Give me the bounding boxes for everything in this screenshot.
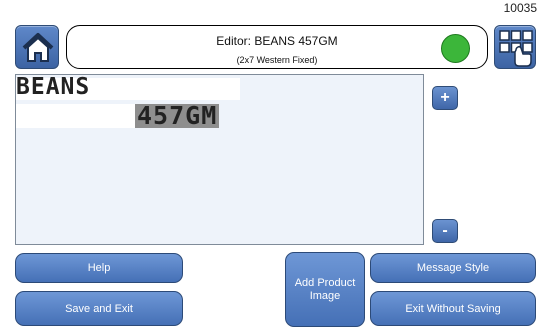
editor-header: Editor: BEANS 457GM (2x7 Western Fixed)	[66, 25, 488, 69]
message-line-1-text: BEANS	[16, 74, 91, 100]
printer-id: 10035	[503, 1, 537, 15]
message-style-button[interactable]: Message Style	[370, 253, 536, 283]
message-line-2-text: 457GM	[135, 101, 220, 130]
help-button[interactable]: Help	[15, 253, 183, 283]
add-product-image-button[interactable]: Add Product Image	[285, 252, 365, 327]
message-line-2-field[interactable]	[16, 104, 135, 128]
save-and-exit-button[interactable]: Save and Exit	[15, 291, 183, 326]
message-editor-canvas[interactable]: BEANS 457GM	[15, 74, 424, 245]
menu-button[interactable]	[494, 25, 536, 69]
page-subtitle: (2x7 Western Fixed)	[236, 55, 318, 65]
status-indicator	[441, 34, 470, 63]
exit-without-saving-button[interactable]: Exit Without Saving	[370, 291, 536, 326]
zoom-in-button[interactable]: +	[432, 86, 458, 110]
zoom-out-button[interactable]: -	[432, 219, 458, 243]
home-icon	[22, 33, 54, 62]
grid-touch-icon	[499, 30, 533, 67]
page-title: Editor: BEANS 457GM	[216, 34, 338, 48]
home-button[interactable]	[15, 25, 59, 69]
